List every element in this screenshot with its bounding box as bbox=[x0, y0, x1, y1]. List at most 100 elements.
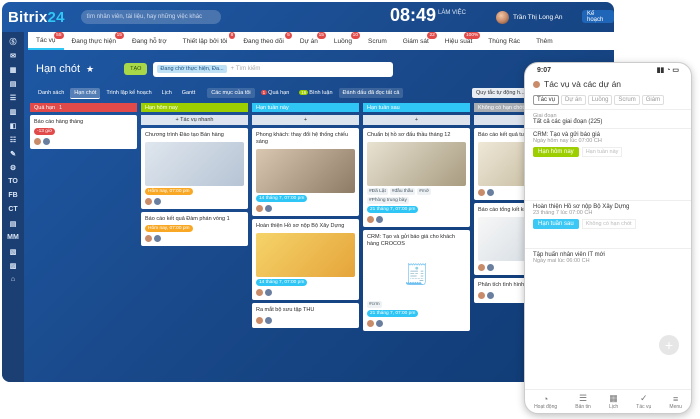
nav-item-11[interactable]: Thêm bbox=[528, 32, 561, 50]
rail-icon-11[interactable]: FB bbox=[6, 190, 20, 201]
phone-task-3[interactable]: Tập huấn nhân viên IT mới Ngày mai lúc 0… bbox=[525, 248, 691, 267]
quick-add-button[interactable]: + bbox=[363, 115, 470, 125]
task-card[interactable]: Chương trình Đào tạo Bán hàng Hôm nay, 07… bbox=[141, 128, 248, 209]
rail-icon-7[interactable]: ☷ bbox=[6, 134, 20, 145]
nav-item-1[interactable]: Đang thực hiện 15 bbox=[64, 32, 124, 50]
deadline-badge[interactable]: 14 tháng 7, 07:00 pm bbox=[256, 195, 308, 202]
view-tab-0[interactable]: Danh sách bbox=[34, 88, 68, 98]
nav-item-10[interactable]: Thùng Rác bbox=[480, 32, 528, 50]
task-card[interactable]: Báo cáo hàng tháng -13 giờ bbox=[30, 115, 137, 149]
stage-filter[interactable]: Giai đoạn Tất cả các giai đoạn (225) bbox=[525, 109, 691, 128]
nav-item-8[interactable]: Giám sát 22 bbox=[395, 32, 437, 50]
avatar[interactable] bbox=[478, 292, 485, 299]
task-card[interactable]: Chuẩn bị hồ sơ đấu thầu tháng 12 #Đã Lật #… bbox=[363, 128, 470, 227]
view-tab-1[interactable]: Hạn chót bbox=[70, 87, 101, 99]
avatar[interactable] bbox=[487, 264, 494, 271]
view-tab-3[interactable]: Lịch bbox=[158, 88, 176, 98]
avatar[interactable] bbox=[256, 317, 263, 324]
deadline-tag[interactable]: Hạn hôm nay bbox=[533, 147, 579, 157]
rail-icon-0[interactable]: Ⓢ bbox=[6, 36, 20, 47]
rail-icon-13[interactable]: ▤ bbox=[6, 218, 20, 229]
task-card[interactable]: Phong khách: thay đổi hệ thống chiếu sán… bbox=[252, 128, 359, 216]
user-profile[interactable]: Trần Thị Long An bbox=[496, 11, 563, 24]
work-status[interactable]: LÀM VIỆC bbox=[438, 10, 466, 16]
quick-add-button[interactable]: + Tác vụ nhanh bbox=[141, 115, 248, 125]
tag[interactable]: #đầu thầu bbox=[389, 188, 416, 195]
avatar[interactable] bbox=[145, 198, 152, 205]
brand-logo[interactable]: Bitrix24 bbox=[8, 9, 65, 26]
overdue-filter[interactable]: 1 Quá hạn bbox=[257, 88, 294, 98]
deadline-badge[interactable]: 21 tháng 7, 07:00 pm bbox=[367, 310, 419, 317]
avatar[interactable] bbox=[154, 198, 161, 205]
deadline-badge[interactable]: Hôm nay, 07:00 pm bbox=[145, 225, 193, 232]
add-icon[interactable]: + bbox=[659, 335, 679, 355]
clock[interactable]: 08:49 bbox=[390, 5, 436, 26]
rail-icon-5[interactable]: ▥ bbox=[6, 106, 20, 117]
column-header[interactable]: Hạn tuần sau bbox=[363, 103, 470, 112]
avatar[interactable] bbox=[256, 289, 263, 296]
bottom-nav-4[interactable]: ≡ Menu bbox=[669, 394, 682, 410]
deadline-tag[interactable]: Hạn tuần sau bbox=[533, 219, 579, 229]
avatar[interactable] bbox=[154, 235, 161, 242]
rail-icon-14[interactable]: MM bbox=[6, 232, 20, 243]
nav-item-9[interactable]: Hiệu suất 100% bbox=[437, 32, 481, 50]
tag[interactable]: #Đã Lật bbox=[367, 188, 388, 195]
avatar[interactable] bbox=[478, 264, 485, 271]
comments-filter[interactable]: 16 Bình luận bbox=[295, 88, 336, 98]
nav-item-2[interactable]: Đang hỗ trợ bbox=[124, 32, 175, 50]
avatar[interactable] bbox=[487, 189, 494, 196]
task-card[interactable]: CRM: Tạo và gửi báo giá cho khách hàng C… bbox=[363, 230, 470, 331]
nav-item-7[interactable]: Scrum bbox=[360, 32, 395, 50]
phone-tab-2[interactable]: Luồng bbox=[587, 95, 613, 105]
create-button[interactable]: TẠO bbox=[124, 63, 148, 75]
nav-item-4[interactable]: Đang theo dõi 5 bbox=[235, 32, 292, 50]
nav-item-6[interactable]: Luồng 10 bbox=[326, 32, 360, 50]
deadline-badge[interactable]: 14 tháng 7, 07:00 pm bbox=[256, 279, 308, 286]
bottom-nav-0[interactable]: ◔ Hoạt động bbox=[534, 394, 557, 410]
rail-icon-15[interactable]: ▧ bbox=[6, 246, 20, 257]
rail-icon-17[interactable]: ⌂ bbox=[6, 274, 20, 285]
view-tab-4[interactable]: Gantt bbox=[178, 88, 199, 98]
avatar[interactable] bbox=[145, 235, 152, 242]
nav-item-3[interactable]: Thiết lập bởi tôi 8 bbox=[175, 32, 236, 50]
rail-icon-12[interactable]: CT bbox=[6, 204, 20, 215]
phone-tab-1[interactable]: Dự án bbox=[561, 95, 586, 105]
avatar[interactable] bbox=[376, 320, 383, 327]
rail-icon-9[interactable]: ⚙ bbox=[6, 162, 20, 173]
phone-tab-0[interactable]: Tác vụ bbox=[533, 95, 560, 105]
star-icon[interactable]: ★ bbox=[86, 64, 94, 75]
quick-add-button[interactable]: + bbox=[252, 115, 359, 125]
rail-icon-4[interactable]: ☰ bbox=[6, 92, 20, 103]
bottom-nav-1[interactable]: ☰ Bản tin bbox=[575, 393, 591, 410]
phone-task-1[interactable]: CRM: Tạo và gửi báo giá Ngày hôm nay lúc… bbox=[525, 128, 691, 200]
bottom-nav-2[interactable]: ▦ Lịch bbox=[609, 393, 618, 410]
bottom-nav-3[interactable]: ✓ Tác vụ bbox=[636, 393, 651, 410]
column-header[interactable]: Quá hạn 1 bbox=[30, 103, 137, 112]
avatar[interactable] bbox=[478, 189, 485, 196]
avatar[interactable] bbox=[376, 216, 383, 223]
task-card[interactable]: Báo cáo kết quả Đàm phán vòng 1 Hôm nay, … bbox=[141, 212, 248, 246]
avatar[interactable] bbox=[265, 289, 272, 296]
rail-icon-3[interactable]: ▤ bbox=[6, 78, 20, 89]
rail-icon-2[interactable]: ▦ bbox=[6, 64, 20, 75]
tag[interactable]: #mở bbox=[417, 188, 431, 195]
avatar[interactable] bbox=[367, 320, 374, 327]
rail-icon-6[interactable]: ◧ bbox=[6, 120, 20, 131]
avatar[interactable] bbox=[533, 80, 540, 88]
nav-item-5[interactable]: Dự án 15 bbox=[292, 32, 326, 50]
my-items-filter[interactable]: Các mục của tôi bbox=[207, 88, 255, 98]
rail-icon-8[interactable]: ✎ bbox=[6, 148, 20, 159]
avatar[interactable] bbox=[34, 138, 41, 145]
view-tab-2[interactable]: Trình lập kế hoạch bbox=[102, 88, 155, 98]
rail-icon-1[interactable]: ✉ bbox=[6, 50, 20, 61]
tag[interactable]: #crm bbox=[367, 301, 382, 308]
phone-tab-3[interactable]: Scrum bbox=[614, 95, 640, 105]
search-input[interactable]: tìm nhân viên, tài liệu, hay những việc … bbox=[80, 10, 221, 24]
deadline-badge[interactable]: Hôm nay, 07:00 pm bbox=[145, 188, 193, 195]
task-card[interactable]: Ra mắt bộ sưu tập THU bbox=[252, 303, 359, 328]
plan-button[interactable]: Kế hoạch bbox=[582, 10, 614, 23]
automation-rules-button[interactable]: Quy tắc tự động h... bbox=[472, 88, 529, 98]
tag[interactable]: #Phòng trung bày bbox=[367, 197, 409, 204]
avatar[interactable] bbox=[256, 205, 263, 212]
filter-chip[interactable]: Đang chờ thực hiện, Đa... bbox=[157, 65, 227, 73]
